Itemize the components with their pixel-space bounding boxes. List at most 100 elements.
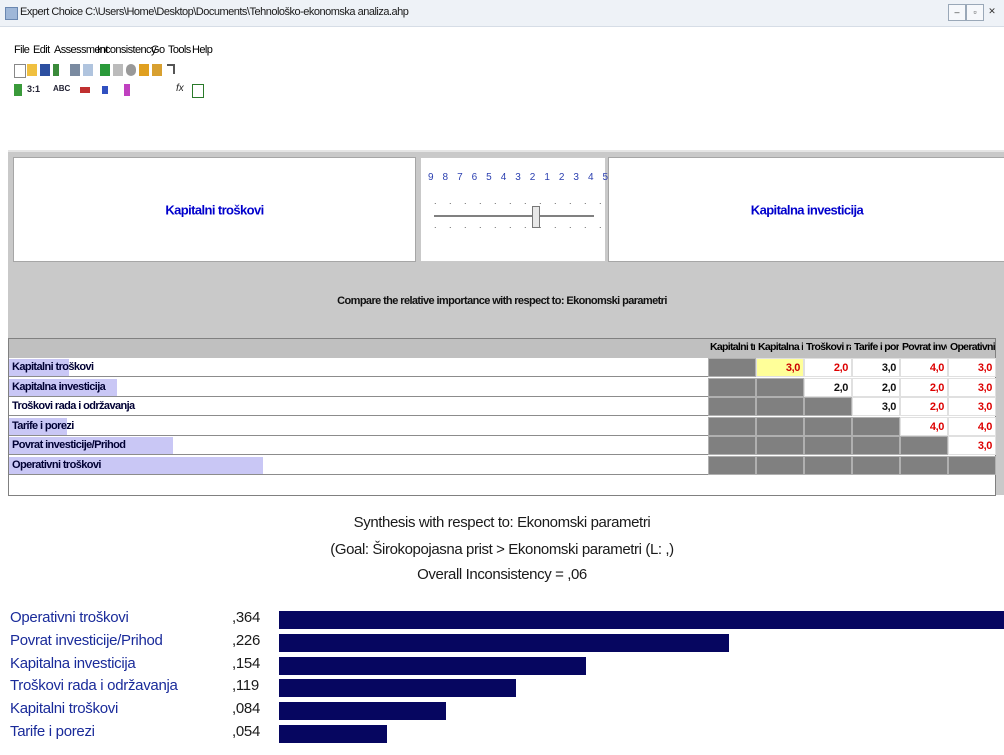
matrix-row[interactable]: Troškovi rada i održavanja [9, 397, 709, 416]
result-label: Povrat investicije/Prihod [10, 631, 163, 649]
matrix-column-header[interactable]: Troškovi ra [806, 341, 851, 353]
formula-icon[interactable]: fx [176, 83, 184, 94]
row-separator [9, 473, 709, 475]
matrix-cell[interactable]: 4,0 [948, 416, 996, 436]
app-icon [5, 7, 18, 20]
matrix-cell[interactable]: 3,0 [948, 397, 996, 416]
inconsistency-ratio: Incon: 0,06 [709, 476, 758, 488]
matrix-row-label: Tarife i porezi [12, 419, 74, 432]
result-bar [279, 611, 1004, 629]
tree-icon[interactable] [152, 64, 162, 76]
maximize-button[interactable]: ▫ [966, 4, 984, 21]
matrix-row[interactable]: Kapitalni troškovi [9, 358, 709, 377]
new-icon[interactable] [14, 64, 26, 78]
matrix-cell[interactable]: 2,0 [900, 377, 948, 397]
matrix-cell[interactable] [708, 436, 756, 455]
matrix-cell[interactable] [900, 436, 948, 455]
matrix-cell[interactable] [708, 358, 756, 377]
result-label: Tarife i porezi [10, 723, 95, 740]
result-value: ,084 [232, 700, 260, 718]
menu-edit[interactable]: Edit [33, 44, 50, 56]
window-title: Expert Choice C:\Users\Home\Desktop\Docu… [20, 6, 409, 18]
pin-icon[interactable] [53, 64, 59, 76]
matrix-cell[interactable]: 3,0 [948, 358, 996, 377]
matrix-cell[interactable] [708, 397, 756, 416]
matrix-cell[interactable]: 3,0 [948, 377, 996, 397]
matrix-cell[interactable] [756, 436, 804, 455]
menu-inconsistency[interactable]: Inconsistency [97, 44, 156, 56]
right-element-label: Kapitalna investicija [750, 202, 864, 217]
matrix-cell[interactable]: 2,0 [900, 397, 948, 416]
matrix-cell[interactable]: 3,0 [756, 358, 804, 377]
result-bar [279, 633, 729, 652]
preview-icon[interactable] [83, 64, 93, 76]
matrix-cell[interactable]: 4,0 [900, 416, 948, 436]
matrix-column-header[interactable]: Kapitalni tr [710, 341, 755, 353]
matrix-cell[interactable] [948, 455, 996, 475]
matrix-cell[interactable] [756, 397, 804, 416]
matrix-cell[interactable] [900, 455, 948, 475]
result-label: Troškovi rada i održavanja [10, 677, 178, 695]
paint-icon[interactable] [139, 64, 149, 76]
result-label: Kapitalna investicija [10, 654, 136, 672]
numerical-icon[interactable]: 3:1 [27, 84, 40, 94]
sort-icon[interactable] [102, 86, 108, 94]
matrix-cell[interactable] [756, 455, 804, 475]
comparison-slider-track[interactable] [434, 215, 594, 218]
gear-icon[interactable] [126, 64, 136, 76]
matrix-cell[interactable]: 2,0 [852, 377, 900, 397]
matrix-row[interactable]: Povrat investicije/Prihod [9, 436, 709, 455]
abc-icon[interactable]: ABC [53, 84, 70, 93]
comparison-slider-thumb[interactable] [532, 206, 540, 228]
result-bar [279, 679, 516, 698]
bar-icon[interactable] [80, 87, 90, 93]
menu-help[interactable]: Help [192, 44, 213, 56]
matrix-cell[interactable] [804, 436, 852, 455]
undo-icon[interactable] [167, 64, 175, 74]
matrix-cell[interactable]: 3,0 [852, 397, 900, 416]
menu-bar: File Edit Assessment Inconsistency Go To… [0, 40, 1004, 60]
model-icon[interactable] [100, 64, 110, 76]
matrix-cell[interactable] [852, 436, 900, 455]
matrix-cell[interactable]: 3,0 [948, 436, 996, 455]
save-icon[interactable] [40, 64, 50, 76]
matrix-cell[interactable] [708, 416, 756, 436]
grid-icon[interactable] [192, 84, 204, 98]
matrix-cell[interactable] [804, 416, 852, 436]
open-icon[interactable] [27, 64, 37, 76]
matrix-row-label: Povrat investicije/Prihod [12, 439, 126, 451]
matrix-row[interactable]: Operativni troškovi [9, 456, 709, 475]
matrix-cell[interactable]: 2,0 [804, 377, 852, 397]
minimize-button[interactable]: – [948, 4, 966, 21]
matrix-column-header[interactable]: Operativni [950, 341, 995, 353]
matrix-cell[interactable]: 2,0 [804, 358, 852, 377]
matrix-cell[interactable] [756, 416, 804, 436]
matrix-cell[interactable] [708, 377, 756, 397]
tree-view-icon[interactable] [14, 84, 22, 96]
matrix-column-header[interactable]: Tarife i por [854, 341, 899, 353]
matrix-cell[interactable] [756, 377, 804, 397]
tools-icon[interactable] [113, 64, 123, 76]
menu-file[interactable]: File [14, 44, 30, 56]
right-element-box: Kapitalna investicija [608, 157, 1004, 262]
matrix-cell[interactable]: 3,0 [852, 358, 900, 377]
print-icon[interactable] [70, 64, 80, 76]
matrix-cell[interactable] [708, 455, 756, 475]
compare-prompt: Compare the relative importance with res… [337, 295, 667, 307]
matrix-column-header[interactable]: Povrat inve [902, 341, 947, 353]
matrix-row[interactable]: Tarife i porezi [9, 417, 709, 436]
matrix-cell[interactable] [804, 455, 852, 475]
overall-inconsistency: Overall Inconsistency = ,06 [417, 566, 587, 583]
result-label: Kapitalni troškovi [10, 700, 118, 718]
menu-tools[interactable]: Tools [168, 44, 191, 56]
matrix-cell[interactable] [804, 397, 852, 416]
matrix-column-header[interactable]: Kapitalna i [758, 341, 803, 353]
tornado-icon[interactable] [124, 84, 130, 96]
menu-go[interactable]: Go [151, 44, 165, 56]
matrix-cell[interactable] [852, 416, 900, 436]
close-button[interactable]: ✕ [984, 4, 1000, 19]
matrix-cell[interactable]: 4,0 [900, 358, 948, 377]
matrix-row-label: Kapitalni troškovi [12, 361, 94, 373]
matrix-cell[interactable] [852, 455, 900, 475]
matrix-row[interactable]: Kapitalna investicija [9, 378, 709, 397]
